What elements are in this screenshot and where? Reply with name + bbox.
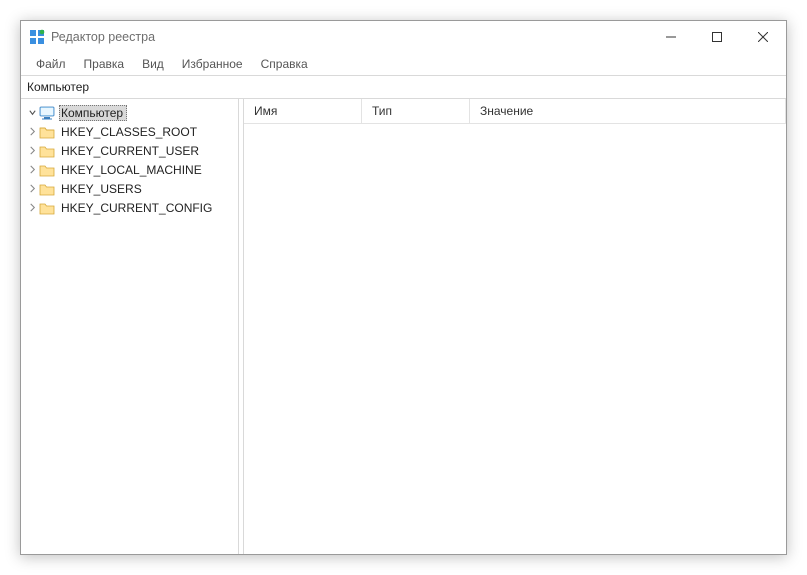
tree-node-label: Компьютер <box>59 105 127 121</box>
chevron-right-icon[interactable] <box>25 127 39 136</box>
tree-node-hklm[interactable]: HKEY_LOCAL_MACHINE <box>23 160 236 179</box>
folder-icon <box>39 143 55 159</box>
address-bar[interactable]: Компьютер <box>21 76 786 99</box>
window-controls <box>648 21 786 53</box>
list-body[interactable] <box>244 124 786 554</box>
menu-favorites[interactable]: Избранное <box>173 55 252 73</box>
tree-node-hkcu[interactable]: HKEY_CURRENT_USER <box>23 141 236 160</box>
tree-root-children: HKEY_CLASSES_ROOT <box>23 122 236 217</box>
titlebar: Редактор реестра <box>21 21 786 53</box>
chevron-right-icon[interactable] <box>25 184 39 193</box>
minimize-button[interactable] <box>648 21 694 53</box>
column-header-value[interactable]: Значение <box>470 99 786 123</box>
address-path: Компьютер <box>27 80 89 94</box>
folder-icon <box>39 181 55 197</box>
menu-file[interactable]: Файл <box>27 55 75 73</box>
maximize-button[interactable] <box>694 21 740 53</box>
registry-editor-window: Редактор реестра Файл Правка Вид Избранн… <box>20 20 787 555</box>
tree-node-label: HKEY_USERS <box>59 181 146 197</box>
tree-node-hku[interactable]: HKEY_USERS <box>23 179 236 198</box>
folder-icon <box>39 162 55 178</box>
folder-icon <box>39 200 55 216</box>
window-title: Редактор реестра <box>51 30 155 44</box>
tree-node-hkcc[interactable]: HKEY_CURRENT_CONFIG <box>23 198 236 217</box>
chevron-right-icon[interactable] <box>25 203 39 212</box>
menu-help[interactable]: Справка <box>252 55 317 73</box>
folder-icon <box>39 124 55 140</box>
tree-node-label: HKEY_CURRENT_CONFIG <box>59 200 216 216</box>
column-header-name[interactable]: Имя <box>244 99 362 123</box>
tree-node-hkcr[interactable]: HKEY_CLASSES_ROOT <box>23 122 236 141</box>
menu-edit[interactable]: Правка <box>75 55 134 73</box>
chevron-right-icon[interactable] <box>25 165 39 174</box>
tree-node-label: HKEY_LOCAL_MACHINE <box>59 162 206 178</box>
main-area: Компьютер <box>21 99 786 554</box>
menu-view[interactable]: Вид <box>133 55 173 73</box>
tree-node-computer[interactable]: Компьютер <box>23 103 236 122</box>
computer-icon <box>39 105 55 121</box>
chevron-right-icon[interactable] <box>25 146 39 155</box>
list-pane: Имя Тип Значение <box>244 99 786 554</box>
menubar: Файл Правка Вид Избранное Справка <box>21 53 786 76</box>
registry-tree: Компьютер <box>23 103 236 217</box>
regedit-icon <box>29 29 45 45</box>
tree-node-label: HKEY_CLASSES_ROOT <box>59 124 201 140</box>
column-header-type[interactable]: Тип <box>362 99 470 123</box>
list-header: Имя Тип Значение <box>244 99 786 124</box>
chevron-down-icon[interactable] <box>25 108 39 117</box>
close-button[interactable] <box>740 21 786 53</box>
tree-pane: Компьютер <box>21 99 239 554</box>
tree-node-label: HKEY_CURRENT_USER <box>59 143 203 159</box>
